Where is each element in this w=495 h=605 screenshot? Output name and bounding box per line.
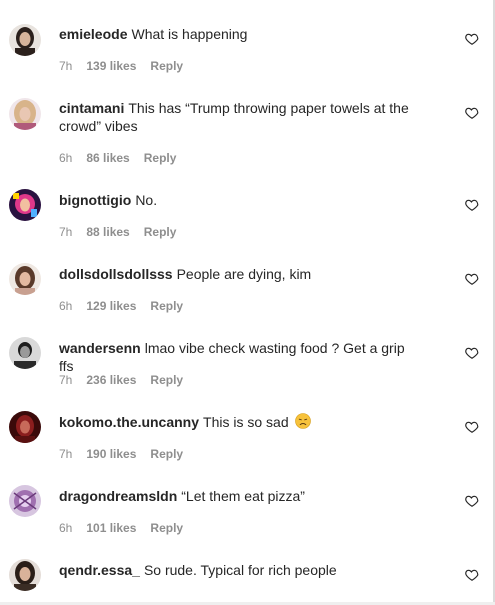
avatar[interactable] [9, 559, 41, 591]
username-link[interactable]: qendr.essa_ [59, 562, 140, 578]
comment-text: qendr.essa_ So rude. Typical for rich peo… [59, 561, 419, 579]
heart-outline-icon[interactable] [465, 568, 479, 582]
comment-body: So rude. Typical for rich people [143, 562, 337, 578]
comment-item: qendr.essa_ So rude. Typical for rich peo… [0, 0, 493, 600]
